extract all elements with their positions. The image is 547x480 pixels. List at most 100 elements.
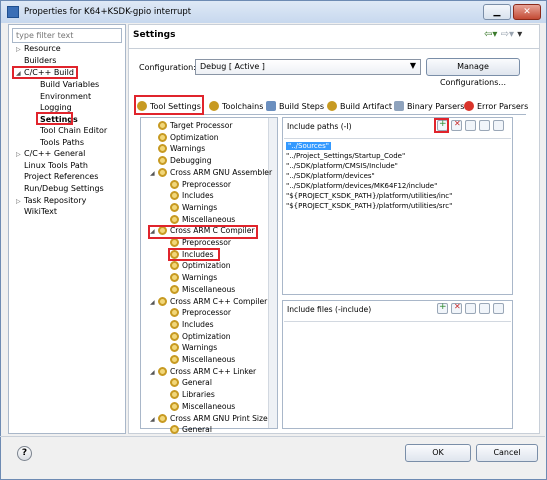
tab-build-artifact[interactable]: Build Artifact <box>327 98 392 115</box>
gear-icon <box>170 273 179 282</box>
nav-item-wikitext[interactable]: WikiText <box>24 207 57 216</box>
move-file-down-icon[interactable] <box>493 303 504 314</box>
tool-tree-item[interactable]: General <box>162 378 212 387</box>
tool-tree-item[interactable]: Preprocessor <box>162 238 231 247</box>
filter-input[interactable] <box>12 28 122 43</box>
tool-tree-item[interactable]: Warnings <box>162 343 217 352</box>
tool-tree-item[interactable]: Warnings <box>150 144 205 153</box>
move-up-icon[interactable] <box>479 120 490 131</box>
tab-error-parsers[interactable]: Error Parsers <box>464 98 528 115</box>
tool-tree-item[interactable]: Miscellaneous <box>162 215 235 224</box>
minimize-button[interactable]: ▁ <box>483 4 511 20</box>
tool-tree-item[interactable]: ◢ Cross ARM C++ Compiler <box>150 297 267 306</box>
configuration-select[interactable]: Debug [ Active ] ▼ <box>195 59 421 75</box>
tool-tree-item[interactable]: Includes <box>162 320 214 329</box>
nav-item-tool-chain-editor[interactable]: Tool Chain Editor <box>40 126 107 135</box>
tool-tree-item[interactable]: ◢ Cross ARM C++ Linker <box>150 367 256 376</box>
gear-icon <box>158 156 167 165</box>
delete-path-icon[interactable]: ✕ <box>451 119 462 131</box>
tab-binary-parsers[interactable]: Binary Parsers <box>394 98 464 115</box>
tool-tree-item[interactable]: Optimization <box>162 261 231 270</box>
tab-toolchains[interactable]: Toolchains <box>209 98 263 115</box>
back-arrow-icon[interactable]: ⇦▾ <box>484 29 497 40</box>
tool-tree-item[interactable]: ◢ Cross ARM GNU Print Size <box>150 414 268 423</box>
gear-icon <box>170 285 179 294</box>
delete-file-icon[interactable]: ✕ <box>451 302 462 314</box>
tool-tree-item[interactable]: Target Processor <box>150 121 232 130</box>
ok-button[interactable]: OK <box>405 444 471 462</box>
expand-icon[interactable]: ▷ <box>16 198 24 205</box>
page-title: Settings <box>133 30 176 40</box>
nav-item-tools-paths[interactable]: Tools Paths <box>40 138 84 147</box>
collapse-icon[interactable]: ◢ <box>150 299 158 306</box>
tool-tree-item[interactable]: Preprocessor <box>162 308 231 317</box>
include-path-row[interactable]: "${PROJECT_KSDK_PATH}/platform/utilities… <box>286 201 452 211</box>
include-path-row[interactable]: "../SDK/platform/CMSIS/Include" <box>286 161 398 171</box>
help-icon[interactable]: ? <box>17 446 32 461</box>
edit-file-icon[interactable] <box>465 303 476 314</box>
collapse-icon[interactable]: ◢ <box>150 170 158 177</box>
tool-tree-label: Debugging <box>170 156 212 165</box>
move-down-icon[interactable] <box>493 120 504 131</box>
highlight-tool-settings-tab <box>134 95 204 115</box>
header-divider <box>128 48 540 49</box>
nav-item-linux-tools-path[interactable]: Linux Tools Path <box>24 161 88 170</box>
expand-icon[interactable]: ▷ <box>16 151 24 158</box>
include-path-row[interactable]: "../SDK/platform/devices/MK64F12/include… <box>286 181 437 191</box>
add-file-icon[interactable]: + <box>437 302 448 314</box>
highlight-settings <box>36 112 73 125</box>
tool-tree-item[interactable]: Warnings <box>162 273 217 282</box>
manage-configurations-button[interactable]: Manage Configurations... <box>426 58 520 87</box>
tab-build-steps[interactable]: Build Steps <box>266 98 324 115</box>
tool-tree-item[interactable]: Libraries <box>162 390 215 399</box>
nav-item-builders[interactable]: Builders <box>24 56 56 65</box>
tool-tree-label: Target Processor <box>170 121 233 130</box>
tool-tree-item[interactable]: Miscellaneous <box>162 402 235 411</box>
tool-tree-item[interactable]: Miscellaneous <box>162 285 235 294</box>
include-path-row[interactable]: "../Sources" <box>286 141 331 151</box>
tool-tree-item[interactable]: Optimization <box>162 332 231 341</box>
tool-tree-item[interactable]: Includes <box>162 191 214 200</box>
tool-tree-item[interactable]: ◢ Cross ARM GNU Assembler <box>150 168 272 177</box>
expand-icon[interactable]: ▷ <box>16 46 24 53</box>
tool-tree-label: Preprocessor <box>182 238 232 247</box>
tool-tree-item[interactable]: General <box>162 425 212 434</box>
nav-item-resource[interactable]: ▷ Resource <box>16 44 61 53</box>
tool-tree-item[interactable]: Miscellaneous <box>162 355 235 364</box>
configuration-value: Debug [ Active ] <box>200 62 265 71</box>
app-icon <box>7 6 19 18</box>
collapse-icon[interactable]: ◢ <box>150 369 158 376</box>
tool-tree-item[interactable]: Debugging <box>150 156 212 165</box>
tool-tree-label: Libraries <box>182 390 215 399</box>
move-file-up-icon[interactable] <box>479 303 490 314</box>
collapse-icon[interactable]: ◢ <box>150 416 158 423</box>
error-parsers-icon <box>464 101 474 111</box>
tool-tree-item[interactable]: Preprocessor <box>162 180 231 189</box>
include-path-row[interactable]: "${PROJECT_KSDK_PATH}/platform/utilities… <box>286 191 452 201</box>
forward-arrow-icon[interactable]: ⇨▾ <box>501 29 514 40</box>
include-path-row[interactable]: "../SDK/platform/devices" <box>286 171 375 181</box>
nav-item-project-references[interactable]: Project References <box>24 172 98 181</box>
nav-item-cc-general[interactable]: ▷ C/C++ General <box>16 149 85 158</box>
nav-item-run-debug-settings[interactable]: Run/Debug Settings <box>24 184 104 193</box>
gear-icon <box>158 168 167 177</box>
tool-tree-item[interactable]: Warnings <box>162 203 217 212</box>
tool-tree-label: General <box>182 378 212 387</box>
gear-icon <box>170 425 179 434</box>
nav-item-task-repository[interactable]: ▷ Task Repository <box>16 196 86 205</box>
nav-item-environment[interactable]: Environment <box>40 92 91 101</box>
binary-parsers-icon <box>394 101 404 111</box>
close-window-button[interactable]: ✕ <box>513 4 541 20</box>
toolchains-icon <box>209 101 219 111</box>
view-menu-icon[interactable]: ▾ <box>517 29 522 40</box>
gear-icon <box>158 121 167 130</box>
history-arrows[interactable]: ⇦▾ ⇨▾ ▾ <box>484 29 522 40</box>
edit-path-icon[interactable] <box>465 120 476 131</box>
tree-scrollbar[interactable] <box>268 118 277 428</box>
include-path-row[interactable]: "../Project_Settings/Startup_Code" <box>286 151 405 161</box>
nav-item-logging[interactable]: Logging <box>40 103 72 112</box>
gear-icon <box>170 343 179 352</box>
tool-tree-item[interactable]: Optimization <box>150 133 219 142</box>
nav-item-build-variables[interactable]: Build Variables <box>40 80 99 89</box>
cancel-button[interactable]: Cancel <box>476 444 538 462</box>
